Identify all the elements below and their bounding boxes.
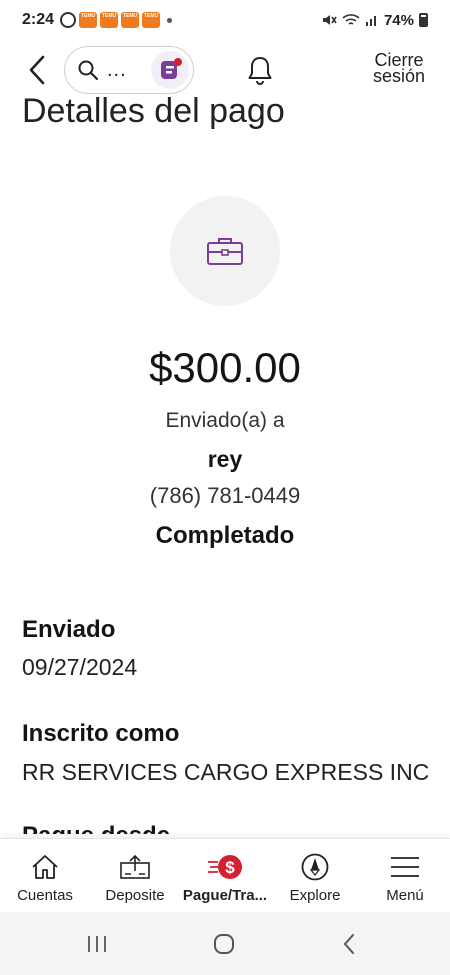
erica-logo-icon	[161, 58, 182, 79]
payment-type-badge	[170, 196, 280, 306]
recent-apps-button[interactable]	[82, 930, 112, 958]
logout-label-line2: sesión	[372, 66, 426, 86]
nav-deposit[interactable]: Deposite	[90, 839, 180, 912]
sent-date-label: Enviado	[22, 616, 116, 643]
search-icon	[78, 60, 99, 81]
search-bar[interactable]: ...	[64, 46, 194, 94]
temu-icon: TEMU	[121, 12, 140, 28]
nav-explore[interactable]: Explore	[270, 839, 360, 912]
compass-icon	[301, 853, 329, 881]
payment-amount: $300.00	[149, 344, 301, 391]
status-bar: 2:24 TEMU TEMU TEMU TEMU 74%	[0, 0, 450, 40]
system-back-button[interactable]	[334, 930, 364, 958]
enrolled-as-value: RR SERVICES CARGO EXPRESS INC	[22, 759, 430, 785]
nav-explore-label: Explore	[289, 887, 341, 904]
home-icon	[32, 855, 58, 879]
battery-icon	[419, 13, 428, 27]
mute-icon	[322, 15, 337, 25]
temu-icon: TEMU	[79, 12, 98, 28]
deposit-icon	[120, 854, 150, 879]
recipient-phone: (786) 781-0449	[149, 483, 301, 508]
nav-menu-label: Menú	[386, 887, 424, 904]
wifi-icon	[342, 14, 360, 25]
back-button[interactable]	[22, 50, 52, 90]
whatsapp-icon	[60, 12, 77, 28]
temu-icon: TEMU	[100, 12, 119, 28]
android-nav-bar	[0, 912, 450, 975]
enrolled-as-label: Inscrito como	[22, 720, 180, 747]
svg-text:$: $	[225, 858, 235, 877]
bottom-nav: Cuentas Deposite $ Pague/Tra... Explore …	[0, 838, 450, 912]
bell-icon	[248, 57, 272, 85]
battery-percent: 74%	[383, 11, 414, 29]
chevron-left-icon	[29, 55, 45, 85]
logout-button[interactable]: Cierre sesión	[368, 51, 430, 86]
pay-from-label: Pague desde	[22, 822, 170, 834]
nav-accounts[interactable]: Cuentas	[0, 839, 90, 912]
recent-apps-icon	[88, 936, 106, 952]
nav-menu[interactable]: Menú	[360, 839, 450, 912]
back-chevron-icon	[343, 934, 354, 954]
nav-accounts-label: Cuentas	[17, 887, 73, 904]
search-ellipsis: ...	[107, 58, 127, 81]
app-header: ... Cierre sesión	[0, 44, 450, 96]
status-time: 2:24	[22, 11, 55, 28]
nav-deposit-label: Deposite	[105, 887, 165, 904]
notifications-button[interactable]	[245, 52, 275, 88]
payment-details-content[interactable]: Detalles del pago $300.00 Enviado(a) a r…	[0, 96, 450, 834]
temu-icon: TEMU	[142, 12, 161, 28]
home-circle-icon	[214, 934, 234, 954]
nav-pay-transfer[interactable]: $ Pague/Tra...	[180, 839, 270, 912]
home-button[interactable]	[209, 930, 239, 958]
recipient-name: rey	[207, 446, 243, 472]
nav-pay-transfer-label: Pague/Tra...	[182, 887, 268, 904]
briefcase-icon	[207, 238, 243, 265]
signal-icon	[365, 16, 376, 26]
payment-status: Completado	[155, 522, 295, 549]
sent-to-label: Enviado(a) a	[165, 409, 285, 432]
status-right: 74%	[321, 12, 428, 29]
notification-icons: TEMU TEMU TEMU TEMU	[60, 12, 173, 28]
sent-date-value: 09/27/2024	[22, 654, 138, 680]
menu-icon	[391, 857, 419, 877]
page-title: Detalles del pago	[22, 96, 285, 130]
pay-transfer-icon: $	[208, 855, 242, 879]
erica-assistant-icon[interactable]	[151, 51, 189, 89]
more-notifications-dot-icon	[167, 17, 173, 23]
